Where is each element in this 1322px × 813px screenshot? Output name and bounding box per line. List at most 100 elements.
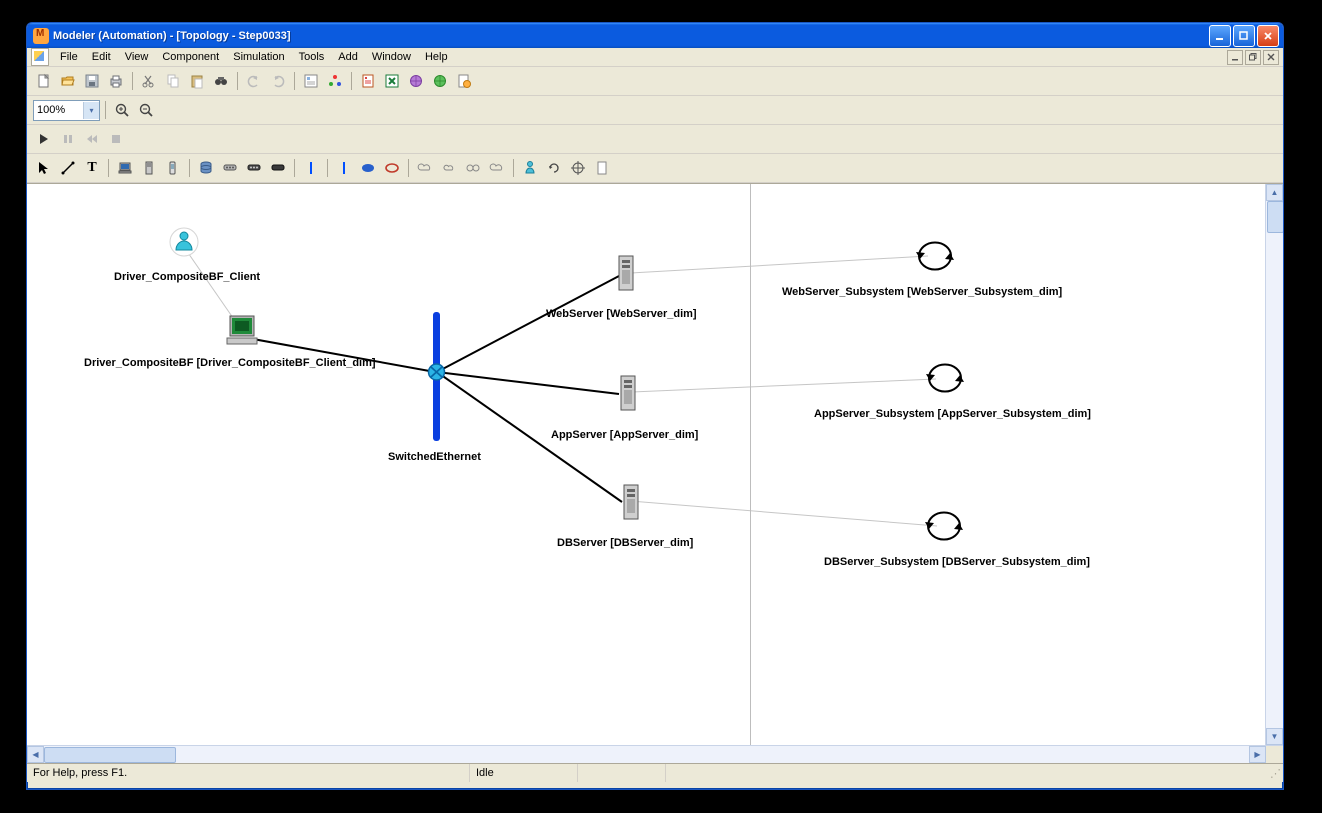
maximize-button[interactable] [1233,25,1255,47]
vert-bar-tool[interactable] [333,157,355,179]
ellipse-outline-tool[interactable] [381,157,403,179]
appserver-label[interactable]: AppServer [AppServer_dim] [551,429,698,441]
menu-help[interactable]: Help [418,49,455,65]
scroll-right-button[interactable]: ▶ [1249,746,1266,763]
play-button[interactable] [33,128,55,150]
save-button[interactable] [81,70,103,92]
doc-tool[interactable] [591,157,613,179]
close-button[interactable] [1257,25,1279,47]
mdi-close-button[interactable] [1263,50,1279,65]
new-button[interactable] [33,70,55,92]
open-button[interactable] [57,70,79,92]
copy-button[interactable] [162,70,184,92]
rewind-icon [86,133,98,145]
select-tool[interactable] [33,157,55,179]
status-cell-3 [578,764,666,782]
vertical-scroll-thumb[interactable] [1267,201,1283,233]
bus-icon [303,160,319,176]
rack-tool-1[interactable] [219,157,241,179]
resize-grip-icon[interactable]: ⋰ [1265,767,1283,780]
cycle-tool[interactable] [543,157,565,179]
minimize-button[interactable] [1209,25,1231,47]
scroll-corner [1265,746,1283,763]
find-button[interactable] [210,70,232,92]
zoom-in-button[interactable] [111,99,133,121]
menu-add[interactable]: Add [331,49,365,65]
cloud-tool-2[interactable] [438,157,460,179]
web-subsystem-label[interactable]: WebServer_Subsystem [WebServer_Subsystem… [782,286,1062,298]
cut-button[interactable] [138,70,160,92]
text-tool[interactable]: T [81,157,103,179]
horizontal-scroll-thumb[interactable] [44,747,176,763]
edge-icon [61,161,75,175]
menu-file[interactable]: File [53,49,85,65]
actor-tool[interactable] [519,157,541,179]
globe2-button[interactable] [429,70,451,92]
cloud-tool-1[interactable] [414,157,436,179]
driver-label[interactable]: Driver_CompositeBF [Driver_CompositeBF_C… [84,357,376,369]
redo-button[interactable] [267,70,289,92]
zoom-out-icon [138,102,154,118]
switch-label[interactable]: SwitchedEthernet [388,451,481,463]
workstation-icon [117,160,133,176]
globe1-button[interactable] [405,70,427,92]
edge-tool[interactable] [57,157,79,179]
menu-view[interactable]: View [118,49,156,65]
target-tool[interactable] [567,157,589,179]
globe-purple-icon [408,73,424,89]
cloud-tool-3[interactable] [486,157,508,179]
globe-green-icon [432,73,448,89]
excel-button[interactable] [381,70,403,92]
menu-edit[interactable]: Edit [85,49,118,65]
canvas-divider [750,184,751,745]
undo-icon [246,73,262,89]
pause-icon [62,133,74,145]
ellipse-outline-icon [384,160,400,176]
print-button[interactable] [105,70,127,92]
mdi-minimize-button[interactable] [1227,50,1243,65]
workstation-tool[interactable] [114,157,136,179]
server-tool[interactable] [138,157,160,179]
zoom-combo[interactable]: 100% ▾ [33,100,100,121]
vertical-scrollbar[interactable]: ▲ ▼ [1265,184,1283,745]
pause-button[interactable] [57,128,79,150]
titlebar[interactable]: Modeler (Automation) - [Topology - Step0… [27,23,1283,48]
dbserver-label[interactable]: DBServer [DBServer_dim] [557,537,693,549]
undo-button[interactable] [243,70,265,92]
link-tool[interactable] [462,157,484,179]
app-subsystem-label[interactable]: AppServer_Subsystem [AppServer_Subsystem… [814,408,1091,420]
properties-button[interactable] [300,70,322,92]
mdi-restore-button[interactable] [1245,50,1261,65]
rack-tool-3[interactable] [267,157,289,179]
rack-tool-2[interactable] [243,157,265,179]
report-button[interactable] [357,70,379,92]
rewind-button[interactable] [81,128,103,150]
zoom-out-button[interactable] [135,99,157,121]
save-icon [84,73,100,89]
scroll-up-button[interactable]: ▲ [1266,184,1283,201]
disk-tool[interactable] [195,157,217,179]
scroll-down-button[interactable]: ▼ [1266,728,1283,745]
webserver-label[interactable]: WebServer [WebServer_dim] [546,308,697,320]
cycle-icon [546,160,562,176]
color-button[interactable] [324,70,346,92]
menu-simulation[interactable]: Simulation [226,49,291,65]
menu-component[interactable]: Component [155,49,226,65]
rack-wide-icon [270,160,286,176]
ellipse-fill-tool[interactable] [357,157,379,179]
redo-icon [270,73,286,89]
rack-icon [222,160,238,176]
horizontal-scrollbar[interactable]: ◀ ▶ [27,745,1283,763]
actor-icon [522,160,538,176]
db-subsystem-label[interactable]: DBServer_Subsystem [DBServer_Subsystem_d… [824,556,1090,568]
menu-window[interactable]: Window [365,49,418,65]
mobile-tool[interactable] [162,157,184,179]
cloud-small-icon [441,160,457,176]
driver-client-label[interactable]: Driver_CompositeBF_Client [114,271,260,283]
topology-canvas[interactable]: Driver_CompositeBF_Client Driver_Composi… [27,183,1283,745]
report2-button[interactable] [453,70,475,92]
paste-button[interactable] [186,70,208,92]
menu-tools[interactable]: Tools [292,49,332,65]
bus-tool[interactable] [300,157,322,179]
stop-button[interactable] [105,128,127,150]
